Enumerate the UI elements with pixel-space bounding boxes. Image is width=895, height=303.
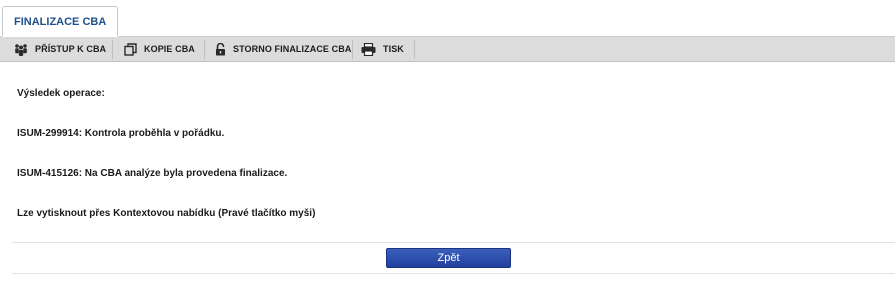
back-button[interactable]: Zpět: [386, 248, 511, 268]
print-label: TISK: [383, 44, 404, 54]
unlock-icon: [216, 42, 225, 55]
access-cba-label: PŘÍSTUP K CBA: [35, 44, 107, 54]
tab-label: FINALIZACE CBA: [14, 16, 107, 28]
divider: [12, 242, 895, 243]
people-icon: [15, 43, 27, 56]
toolbar-divider: [414, 40, 415, 59]
toolbar-divider: [352, 40, 353, 59]
print-hint: Lze vytisknout přes Kontextovou nabídku …: [17, 208, 316, 219]
result-message: ISUM-415126: Na CBA analýze byla provede…: [17, 168, 288, 179]
tab-finalizace-cba[interactable]: FINALIZACE CBA: [2, 6, 119, 38]
toolbar-divider: [112, 40, 113, 59]
copy-cba-label: KOPIE CBA: [144, 44, 195, 54]
result-heading: Výsledek operace:: [17, 88, 105, 99]
toolbar: PŘÍSTUP K CBA KOPIE CBA STORNO FINALIZAC…: [0, 37, 895, 62]
storno-finalizace-label: STORNO FINALIZACE CBA: [233, 44, 352, 54]
printer-icon: [361, 42, 376, 56]
storno-finalizace-button[interactable]: STORNO FINALIZACE CBA: [215, 37, 351, 61]
access-cba-button[interactable]: PŘÍSTUP K CBA: [14, 37, 106, 61]
toolbar-divider: [204, 40, 205, 59]
result-message: ISUM-299914: Kontrola proběhla v pořádku…: [17, 128, 225, 139]
tab-bar: FINALIZACE CBA: [0, 0, 895, 38]
copy-cba-button[interactable]: KOPIE CBA: [124, 37, 195, 61]
divider: [12, 273, 895, 274]
print-button[interactable]: TISK: [361, 37, 404, 61]
copy-icon: [124, 42, 137, 56]
